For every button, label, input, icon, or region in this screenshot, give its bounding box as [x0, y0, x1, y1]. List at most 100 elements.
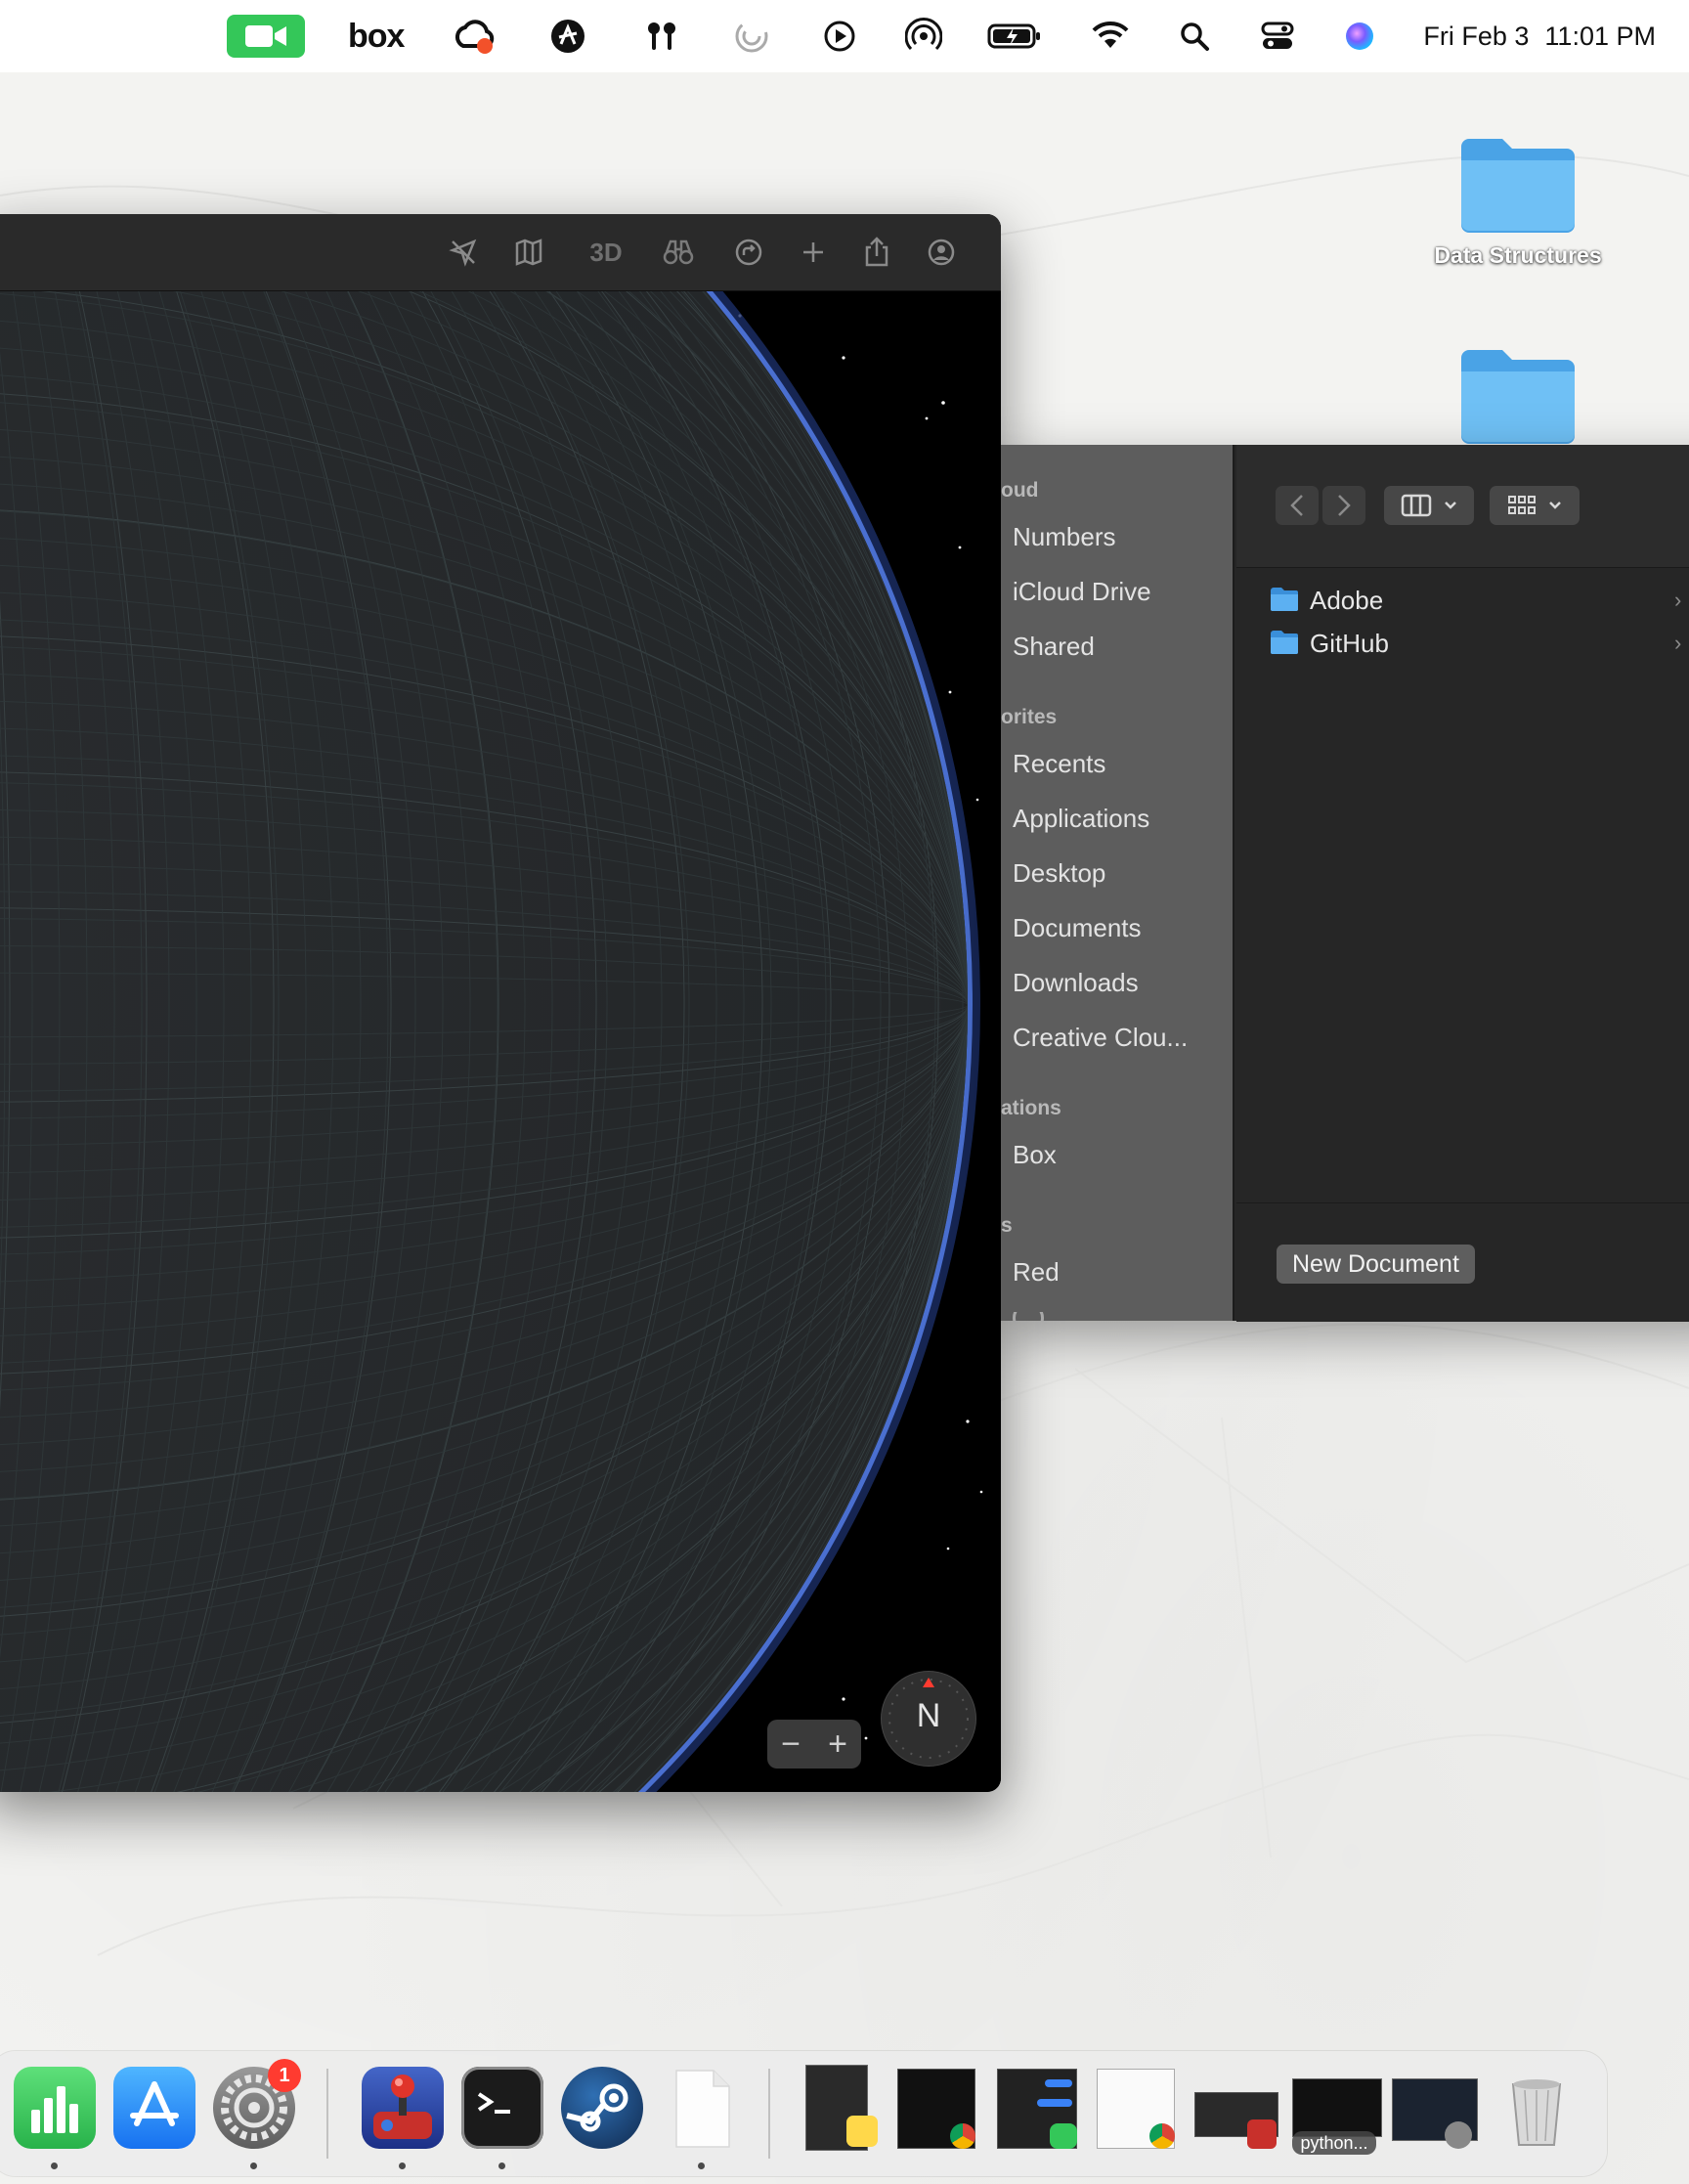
facetime-menu-item[interactable]	[227, 12, 305, 61]
directions-button[interactable]	[730, 234, 767, 271]
map-canvas[interactable]	[0, 214, 1001, 1792]
dock-window-chrome-2[interactable]	[1093, 2065, 1177, 2151]
dock-window-python[interactable]: python...	[1292, 2065, 1382, 2155]
finder-window[interactable]: oud Numbers iCloud Drive Shared orites R…	[1001, 445, 1689, 1321]
zoom-out-button[interactable]: −	[769, 1720, 812, 1769]
box-menu-item[interactable]: box	[348, 12, 405, 61]
sidebar-item-red[interactable]: Red	[1013, 1257, 1060, 1288]
sidebar-section-icloud: oud	[1001, 479, 1039, 502]
desktop-folder-second[interactable]	[1420, 344, 1616, 446]
maps-toolbar: 3D	[0, 214, 1001, 291]
wifi-menu-item[interactable]	[1091, 12, 1130, 61]
sidebar-item-applications[interactable]: Applications	[1013, 804, 1149, 834]
sidebar-section-tags: s	[1001, 1214, 1013, 1237]
sidebar-item-creative-cloud[interactable]: Creative Clou...	[1013, 1023, 1188, 1053]
menu-bar-time: 11:01 PM	[1544, 21, 1656, 51]
battery-menu-item[interactable]	[987, 12, 1042, 61]
map-mode-button[interactable]	[510, 234, 547, 271]
dock-joystick-app[interactable]	[362, 2067, 444, 2149]
maps-window[interactable]: 3D − + N	[0, 214, 1001, 1792]
dock-numbers-app[interactable]	[14, 2067, 96, 2149]
desktop-folder-data-structures[interactable]: Data Structures	[1420, 133, 1616, 269]
sidebar-item-documents[interactable]: Documents	[1013, 913, 1142, 943]
sidebar-item-recents[interactable]: Recents	[1013, 749, 1105, 779]
add-button[interactable]	[795, 234, 832, 271]
file-name: Adobe	[1310, 586, 1384, 615]
box-icon: box	[348, 17, 405, 55]
dock: 1 python...	[0, 2051, 1607, 2176]
sidebar-item-icloud-drive[interactable]: iCloud Drive	[1013, 577, 1151, 607]
control-center-menu-item[interactable]	[1261, 12, 1294, 61]
dock-window-joystick[interactable]	[1192, 2065, 1278, 2151]
creative-cloud-menu-item[interactable]	[452, 12, 497, 61]
back-button[interactable]	[1276, 486, 1319, 525]
spotlight-icon	[1181, 22, 1209, 51]
finder-toolbar	[1236, 445, 1689, 568]
forward-button[interactable]	[1322, 486, 1365, 525]
dock-app-store[interactable]	[113, 2067, 195, 2149]
dock-window-chrome-1[interactable]	[893, 2065, 977, 2151]
messages-icon	[1050, 2123, 1077, 2149]
sidebar-item-numbers[interactable]: Numbers	[1013, 522, 1115, 552]
siri-menu-item[interactable]	[1343, 12, 1376, 61]
dock-window-messages[interactable]	[993, 2065, 1077, 2151]
dock-terminal[interactable]	[461, 2067, 543, 2149]
look-around-button[interactable]	[660, 234, 697, 271]
dock-window-notes[interactable]	[801, 2065, 886, 2151]
battery-icon	[987, 23, 1040, 49]
chrome-icon	[1149, 2123, 1175, 2149]
file-row-github[interactable]: GitHub ›	[1270, 626, 1689, 661]
spotlight-menu-item[interactable]	[1179, 12, 1210, 61]
vpn-menu-item[interactable]	[549, 12, 586, 61]
blank-document-icon	[675, 2070, 730, 2148]
3d-button[interactable]: 3D	[581, 234, 631, 271]
folder-icon	[1270, 587, 1299, 617]
creative-cloud-icon	[455, 20, 495, 54]
view-mode-button[interactable]	[1384, 486, 1474, 525]
running-indicator	[51, 2162, 58, 2169]
zoom-control: − +	[767, 1720, 861, 1769]
sidebar-item-box[interactable]: Box	[1013, 1140, 1057, 1170]
now-playing-menu-item[interactable]	[823, 12, 856, 61]
person-circle-icon	[928, 239, 955, 266]
sidebar-item-partial[interactable]	[1013, 1312, 1044, 1321]
file-row-adobe[interactable]: Adobe ›	[1270, 583, 1689, 618]
finder-main	[1236, 445, 1689, 1321]
account-button[interactable]	[923, 234, 960, 271]
focus-menu-item[interactable]	[733, 12, 770, 61]
group-button[interactable]	[1490, 486, 1580, 525]
menu-bar-clock[interactable]: Fri Feb 3 11:01 PM	[1423, 16, 1656, 57]
zoom-in-button[interactable]: +	[816, 1720, 859, 1769]
chevron-right-icon: ›	[1674, 588, 1682, 612]
compass-button[interactable]: N	[882, 1672, 975, 1766]
chevron-down-icon	[1549, 502, 1561, 509]
dock-steam[interactable]	[561, 2067, 643, 2149]
menu-bar-date: Fri Feb 3	[1423, 21, 1530, 51]
sidebar-item-shared[interactable]: Shared	[1013, 632, 1095, 662]
dock-trash[interactable]	[1495, 2067, 1578, 2149]
sidebar-section-favorites: orites	[1001, 706, 1058, 728]
grid-view-icon	[1508, 496, 1536, 514]
share-button[interactable]	[858, 234, 895, 271]
sidebar-item-downloads[interactable]: Downloads	[1013, 968, 1139, 998]
terminal-icon	[477, 2092, 510, 2114]
folder-icon	[1457, 133, 1579, 235]
control-center-icon	[1261, 22, 1294, 49]
running-indicator	[399, 2162, 406, 2169]
gear-icon	[1445, 2121, 1472, 2149]
dock-document[interactable]	[661, 2067, 743, 2149]
vpn-icon	[551, 20, 585, 53]
joystick-icon	[373, 2075, 432, 2139]
dock-window-launchpad[interactable]	[1390, 2065, 1478, 2151]
location-button[interactable]	[445, 234, 482, 271]
chrome-icon	[950, 2123, 975, 2149]
numbers-icon	[31, 2086, 78, 2133]
chevron-right-icon: ›	[1674, 631, 1682, 655]
airpods-menu-item[interactable]	[643, 12, 680, 61]
joystick-icon	[1247, 2119, 1277, 2149]
airdrop-menu-item[interactable]	[905, 12, 942, 61]
share-icon	[865, 237, 888, 267]
sidebar-item-desktop[interactable]: Desktop	[1013, 858, 1105, 889]
new-document-button[interactable]: New Document	[1277, 1245, 1475, 1284]
dock-separator	[326, 2069, 328, 2159]
